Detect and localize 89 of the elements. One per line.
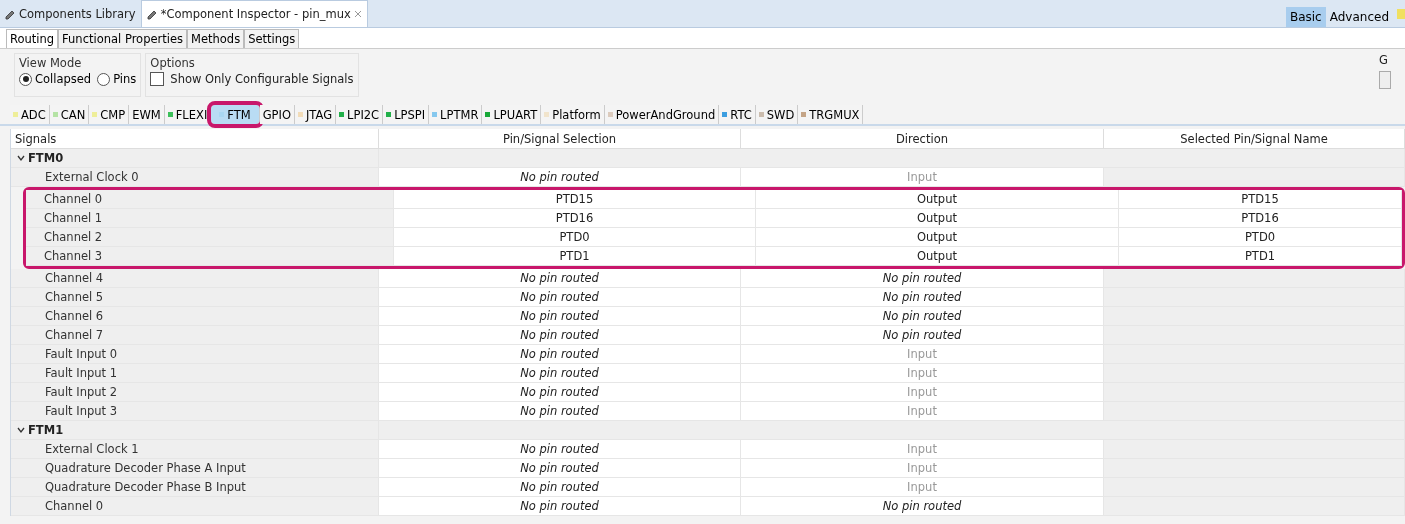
pin-name-cell: PTD1 (1119, 247, 1402, 265)
checkbox[interactable] (150, 72, 165, 86)
signal-cell: Fault Input 0 (11, 345, 379, 363)
peripheral-tab[interactable]: LPSPI (383, 105, 430, 124)
signal-cell: External Clock 0 (11, 168, 379, 186)
pin-cell[interactable]: PTD1 (394, 247, 756, 265)
chevron-icon[interactable] (17, 426, 25, 434)
direction-cell[interactable]: Output (756, 247, 1119, 265)
sub-tab[interactable]: Functional Properties (58, 29, 188, 48)
direction-cell[interactable]: Output (756, 228, 1119, 246)
radio-option[interactable]: Collapsed (19, 72, 92, 86)
signal-cell: Fault Input 2 (11, 383, 379, 401)
pin-cell[interactable]: No pin routed (379, 345, 741, 363)
sub-tab[interactable]: Settings (244, 29, 300, 48)
column-header[interactable]: Signals (11, 129, 379, 149)
pin-cell[interactable]: No pin routed (379, 440, 741, 458)
tab-label: Components Library (19, 7, 136, 21)
pin-cell[interactable]: No pin routed (379, 307, 741, 325)
column-header[interactable]: Pin/Signal Selection (379, 129, 741, 149)
column-header[interactable]: Selected Pin/Signal Name (1104, 129, 1405, 149)
signal-cell: Fault Input 1 (11, 364, 379, 382)
signal-cell: Channel 4 (11, 269, 379, 287)
pin-cell[interactable]: PTD15 (394, 190, 756, 208)
signal-cell: Quadrature Decoder Phase A Input (11, 459, 379, 477)
pin-cell[interactable]: No pin routed (379, 168, 741, 186)
pin-cell[interactable]: No pin routed (379, 383, 741, 401)
signal-cell: Fault Input 3 (11, 402, 379, 420)
signal-cell: Channel 3 (26, 247, 394, 265)
group-label: Options (150, 56, 196, 70)
direction-cell[interactable]: No pin routed (741, 269, 1104, 287)
peripheral-tab[interactable]: LPTMR (429, 105, 483, 124)
field[interactable] (1379, 71, 1391, 89)
signal-cell: Channel 6 (11, 307, 379, 325)
pin-cell[interactable]: No pin routed (379, 402, 741, 420)
column-header[interactable]: Direction (741, 129, 1104, 149)
peripheral-tab[interactable]: CMP (89, 105, 130, 124)
group-row[interactable]: FTM0 (11, 149, 379, 167)
signal-cell: Quadrature Decoder Phase B Input (11, 478, 379, 496)
pin-cell[interactable]: PTD16 (394, 209, 756, 227)
group-row[interactable]: FTM1 (11, 421, 379, 439)
pin-cell[interactable]: No pin routed (379, 478, 741, 496)
direction-cell[interactable]: No pin routed (741, 326, 1104, 344)
editor-tab[interactable]: *Component Inspector - pin_mux (140, 0, 368, 27)
sub-tab[interactable]: Routing (6, 29, 59, 48)
direction-cell[interactable]: No pin routed (741, 497, 1104, 515)
peripheral-tab[interactable]: TRGMUX (798, 105, 864, 124)
direction-cell[interactable]: No pin routed (741, 307, 1104, 325)
mode-button[interactable]: Advanced (1325, 7, 1393, 27)
signal-cell: Channel 2 (26, 228, 394, 246)
pin-cell[interactable]: No pin routed (379, 326, 741, 344)
pin-name-cell: PTD15 (1119, 190, 1402, 208)
sub-tab[interactable]: Methods (187, 29, 245, 48)
signal-cell: External Clock 1 (11, 440, 379, 458)
peripheral-tab[interactable]: LPUART (482, 105, 542, 124)
group-label: FTM1 (28, 423, 64, 437)
signal-cell: Channel 0 (11, 497, 379, 515)
group-label: FTM0 (28, 151, 64, 165)
direction-cell[interactable]: No pin routed (741, 288, 1104, 306)
group-label: G (1379, 53, 1389, 67)
radio-option[interactable]: Pins (97, 72, 137, 86)
pin-cell[interactable]: No pin routed (379, 459, 741, 477)
mode-button[interactable]: Basic (1285, 7, 1326, 27)
pin-name-cell: PTD16 (1119, 209, 1402, 227)
pin-name-cell: PTD0 (1119, 228, 1402, 246)
tab-label: *Component Inspector - pin_mux (160, 7, 351, 21)
editor-tab[interactable]: Components Library (0, 1, 141, 27)
pin-cell[interactable]: PTD0 (394, 228, 756, 246)
signal-cell: Channel 1 (26, 209, 394, 227)
pin-cell[interactable]: No pin routed (379, 288, 741, 306)
peripheral-tab[interactable]: ADC (10, 105, 50, 124)
direction-cell[interactable]: Output (756, 190, 1119, 208)
chevron-icon[interactable] (17, 154, 25, 162)
peripheral-tab[interactable]: RTC (719, 105, 756, 124)
group-label: View Mode (19, 56, 83, 70)
peripheral-tab[interactable]: Platform (541, 105, 605, 124)
pencil-icon (5, 8, 16, 20)
signal-cell: Channel 5 (11, 288, 379, 306)
square-icon (1397, 9, 1405, 19)
signal-cell: Channel 0 (26, 190, 394, 208)
pencil-icon (146, 8, 158, 20)
checkbox-label: Show Only Configurable Signals (170, 72, 354, 86)
signal-cell: Channel 7 (11, 326, 379, 344)
close-icon[interactable] (353, 10, 362, 18)
peripheral-tab[interactable]: GPIO (259, 105, 295, 124)
peripheral-tab[interactable]: LPI2C (336, 105, 384, 124)
pin-cell[interactable]: No pin routed (379, 364, 741, 382)
pin-cell[interactable]: No pin routed (379, 497, 741, 515)
direction-cell[interactable]: Output (756, 209, 1119, 227)
pin-cell[interactable]: No pin routed (379, 269, 741, 287)
